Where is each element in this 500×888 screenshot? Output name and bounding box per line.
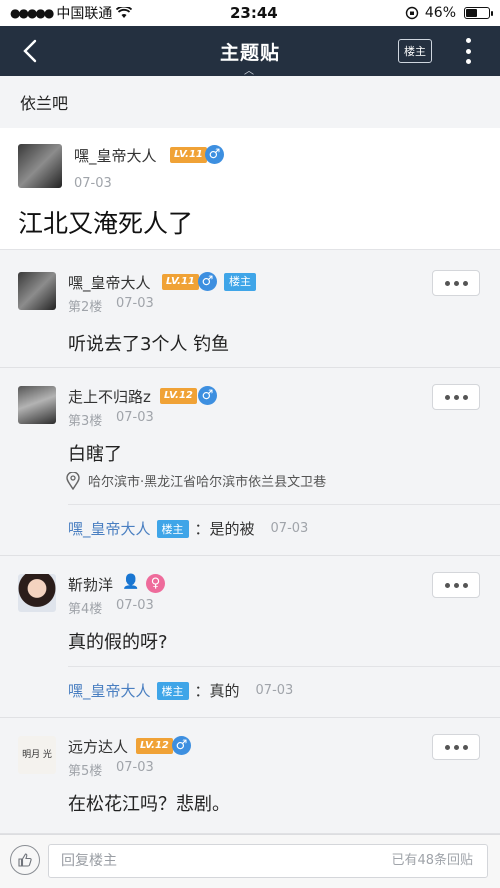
male-icon: ♂ [198, 272, 217, 291]
username[interactable]: 走上不归路z [68, 386, 151, 407]
only-louzhu-button[interactable]: 楼主 [398, 39, 432, 63]
battery-icon [464, 7, 493, 19]
verified-user-icon: 👤 [122, 574, 140, 590]
reply-date: 07-03 [116, 598, 154, 613]
like-button[interactable] [10, 845, 40, 875]
caret-up-icon[interactable]: ︿ [244, 62, 254, 77]
reply-content: 在松花江吗？悲剧。 [68, 794, 230, 815]
louzhu-badge: 楼主 [224, 273, 256, 291]
more-options-button[interactable] [432, 384, 480, 410]
back-icon[interactable] [16, 36, 46, 66]
sub-reply-text: ：真的 [194, 682, 240, 700]
wifi-icon [116, 7, 133, 18]
reply-content: 真的假的呀? [68, 632, 168, 653]
original-post: 嘿_皇帝大人 LV.11 ♂ 07-03 江北又淹死人了 [0, 128, 500, 250]
post-date: 07-03 [74, 176, 112, 191]
more-options-button[interactable] [432, 270, 480, 296]
reply-floor: 靳勃洋 👤 ♀ 第4楼 07-03 真的假的呀? 嘿_皇帝大人 楼主 ：真的 0… [0, 556, 500, 718]
reply-content: 白瞎了 [68, 444, 122, 465]
level-badge: LV.11 [162, 274, 199, 290]
sub-reply-username[interactable]: 嘿_皇帝大人 [68, 680, 151, 701]
reply-placeholder: 回复楼主 [61, 853, 117, 869]
post-content: 江北又淹死人了 [18, 209, 194, 238]
avatar[interactable] [18, 144, 62, 188]
floor-number: 第4楼 [68, 602, 103, 617]
reply-floor: 走上不归路z LV.12 ♂ 第3楼 07-03 白瞎了 哈尔滨市·黑龙江省哈尔… [0, 368, 500, 556]
floor-number: 第2楼 [68, 300, 103, 315]
floor-number: 第5楼 [68, 764, 103, 779]
reply-date: 07-03 [116, 410, 154, 425]
sub-reply-text: ：是的被 [194, 520, 255, 538]
forum-name[interactable]: 依兰吧 [0, 76, 500, 128]
male-icon: ♂ [172, 736, 191, 755]
level-badge: LV.12 [160, 388, 197, 404]
reply-floor: 明月 光 远方达人 LV.12 ♂ 第5楼 07-03 在松花江吗？悲剧。 [0, 718, 500, 834]
clock: 23:44 [230, 4, 278, 22]
location[interactable]: 哈尔滨市·黑龙江省哈尔滨市依兰县文卫巷 [66, 471, 326, 490]
username[interactable]: 远方达人 [68, 736, 128, 757]
divider [68, 666, 500, 667]
female-icon: ♀ [146, 574, 165, 593]
nav-bar: 主题贴 ︿ 楼主 [0, 26, 500, 77]
username[interactable]: 靳勃洋 [68, 574, 113, 595]
avatar[interactable] [18, 272, 56, 310]
reply-input[interactable]: 回复楼主 已有48条回贴 [48, 844, 488, 878]
male-icon: ♂ [198, 386, 217, 405]
divider [68, 504, 500, 505]
sub-reply[interactable]: 嘿_皇帝大人 楼主 ：真的 07-03 [68, 680, 293, 701]
more-icon[interactable] [464, 38, 472, 64]
more-options-button[interactable] [432, 734, 480, 760]
carrier-label: 中国联通 [56, 6, 113, 22]
avatar[interactable]: 明月 光 [18, 736, 56, 774]
level-badge: LV.12 [136, 738, 173, 754]
avatar[interactable] [18, 574, 56, 612]
sub-reply-date: 07-03 [255, 683, 294, 698]
rotation-lock-icon [405, 6, 419, 20]
sub-reply[interactable]: 嘿_皇帝大人 楼主 ：是的被 07-03 [68, 518, 308, 539]
location-pin-icon [66, 471, 80, 490]
status-bar: ●●●●● 中国联通 23:44 46% [0, 0, 500, 26]
sub-reply-date: 07-03 [270, 521, 309, 536]
louzhu-badge: 楼主 [156, 681, 189, 700]
louzhu-badge: 楼主 [156, 519, 189, 538]
reply-floor: 嘿_皇帝大人 LV.11 ♂ 楼主 第2楼 07-03 听说去了3个人 钓鱼 [0, 254, 500, 368]
reply-date: 07-03 [116, 760, 154, 775]
reply-date: 07-03 [116, 296, 154, 311]
username[interactable]: 嘿_皇帝大人 [68, 272, 151, 293]
bottom-bar: 回复楼主 已有48条回贴 [0, 834, 500, 888]
avatar[interactable] [18, 386, 56, 424]
username[interactable]: 嘿_皇帝大人 [74, 145, 157, 166]
page-title: 主题贴 [219, 41, 280, 64]
reply-content: 听说去了3个人 钓鱼 [68, 334, 230, 355]
more-options-button[interactable] [432, 572, 480, 598]
floor-number: 第3楼 [68, 414, 103, 429]
signal-icon: ●●●●● [10, 6, 54, 20]
reply-count: 已有48条回贴 [391, 853, 473, 868]
sub-reply-username[interactable]: 嘿_皇帝大人 [68, 518, 151, 539]
level-badge: LV.11 [170, 147, 207, 163]
battery-label: 46% [424, 5, 456, 21]
male-icon: ♂ [205, 145, 224, 164]
location-text: 哈尔滨市·黑龙江省哈尔滨市依兰县文卫巷 [88, 475, 327, 490]
thumbs-up-icon [18, 853, 32, 867]
